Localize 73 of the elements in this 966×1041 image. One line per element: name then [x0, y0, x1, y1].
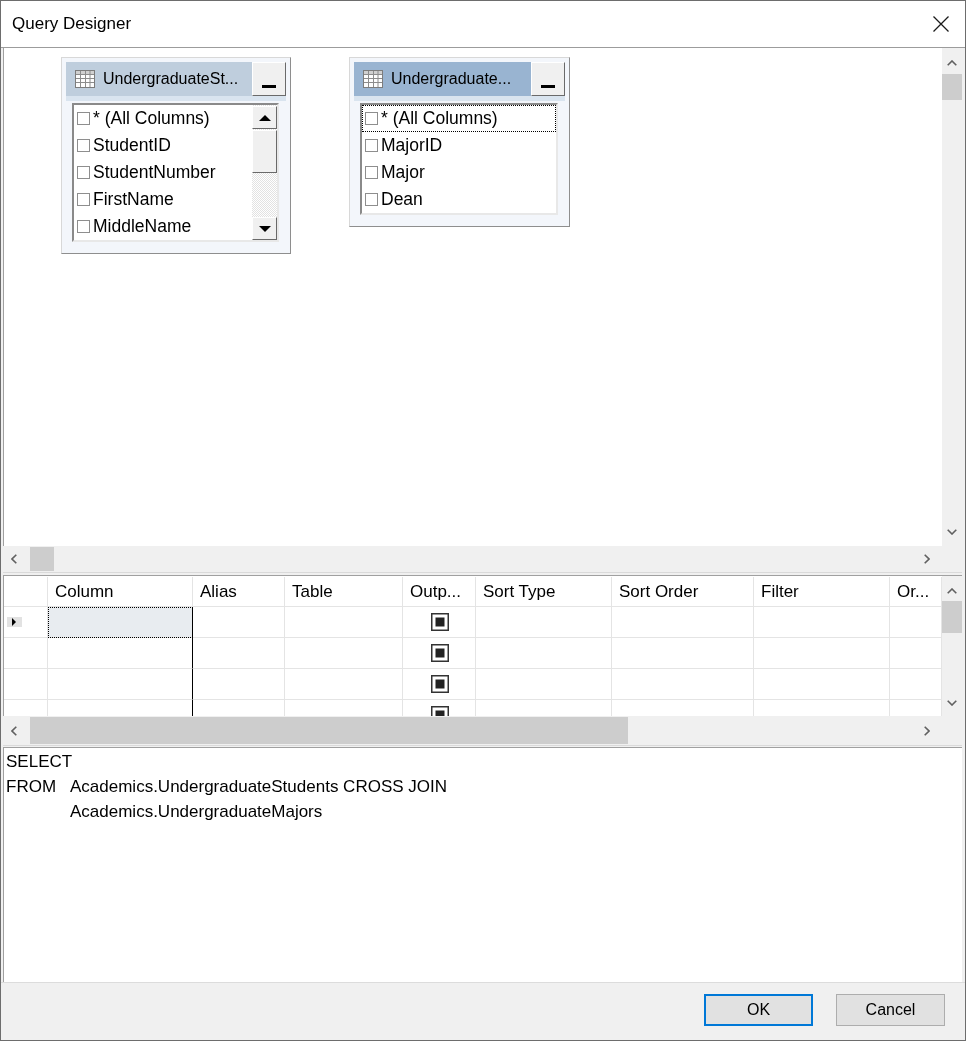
current-row-icon: [7, 616, 22, 627]
checkbox[interactable]: [77, 139, 90, 152]
column-item[interactable]: * (All Columns): [74, 105, 252, 132]
scrollbar-thumb[interactable]: [942, 601, 962, 633]
checkbox[interactable]: [365, 193, 378, 206]
checkbox[interactable]: [365, 166, 378, 179]
sql-text: Academics.UndergraduateMajors: [70, 801, 323, 822]
checkbox[interactable]: [431, 675, 449, 693]
table-title: Undergraduate...: [391, 70, 513, 88]
column-header[interactable]: Table: [285, 577, 403, 607]
column-item[interactable]: * (All Columns): [362, 105, 556, 132]
column-item[interactable]: MiddleName: [74, 213, 252, 240]
checkbox[interactable]: [365, 139, 378, 152]
scroll-left-icon[interactable]: [11, 554, 17, 564]
table-icon: [75, 70, 95, 88]
cancel-button[interactable]: Cancel: [836, 994, 945, 1026]
column-header[interactable]: Sort Order: [612, 577, 754, 607]
scroll-up-button[interactable]: [252, 106, 277, 129]
sql-editor[interactable]: SELECT FROM Academics.UndergraduateStudents CROSS JOIN Academics.UndergraduateMajors: [3, 748, 962, 982]
close-icon: [933, 16, 949, 32]
scrollbar-thumb[interactable]: [30, 717, 628, 744]
scroll-left-icon[interactable]: [11, 725, 17, 736]
row-header[interactable]: [4, 669, 48, 700]
table-title: UndergraduateSt...: [103, 70, 240, 88]
row-header[interactable]: [4, 638, 48, 669]
column-header[interactable]: Sort Type: [476, 577, 612, 607]
column-item[interactable]: StudentNumber: [74, 159, 252, 186]
column-header[interactable]: Outp...: [403, 577, 476, 607]
sql-keyword: SELECT: [6, 751, 73, 772]
checkbox[interactable]: [365, 112, 378, 125]
table-title-bar[interactable]: UndergraduateSt...: [66, 62, 286, 101]
column-item[interactable]: MajorID: [362, 132, 556, 159]
table-window[interactable]: Undergraduate... * (All Columns) MajorID Major Dean: [349, 57, 570, 227]
column-header[interactable]: Alias: [193, 577, 285, 607]
triangle-up-icon: [258, 114, 271, 121]
scroll-down-button[interactable]: [252, 217, 277, 240]
sql-keyword: FROM: [6, 776, 57, 797]
triangle-down-icon: [258, 225, 271, 232]
scrollbar-thumb[interactable]: [30, 547, 54, 571]
scroll-down-icon[interactable]: [947, 529, 957, 535]
scroll-up-icon[interactable]: [947, 60, 957, 66]
grid-cell[interactable]: [48, 669, 193, 700]
minimize-icon: [541, 85, 555, 88]
grid-cell[interactable]: [48, 638, 193, 669]
checkbox[interactable]: [77, 166, 90, 179]
table-title-bar[interactable]: Undergraduate...: [354, 62, 565, 101]
checkbox[interactable]: [77, 220, 90, 233]
column-item[interactable]: Dean: [362, 186, 556, 213]
checkbox[interactable]: [77, 112, 90, 125]
grid-corner-header[interactable]: [4, 577, 48, 607]
scrollbar-thumb[interactable]: [942, 74, 962, 100]
column-item[interactable]: StudentID: [74, 132, 252, 159]
table-icon: [363, 70, 383, 88]
close-button[interactable]: [933, 16, 949, 32]
scrollbar-thumb[interactable]: [252, 130, 277, 173]
checkbox[interactable]: [77, 193, 90, 206]
checkbox[interactable]: [431, 644, 449, 662]
minimize-icon: [262, 85, 276, 88]
ok-button[interactable]: OK: [704, 994, 813, 1026]
scroll-up-icon[interactable]: [947, 588, 957, 594]
column-item[interactable]: Major: [362, 159, 556, 186]
column-item[interactable]: FirstName: [74, 186, 252, 213]
minimize-button[interactable]: [531, 62, 565, 96]
table-window[interactable]: UndergraduateSt... * (All Columns) StudentID StudentNumber FirstName MiddleName: [61, 57, 291, 254]
checkbox[interactable]: [431, 613, 449, 631]
grid-cell[interactable]: [48, 607, 193, 638]
sql-text: Academics.UndergraduateStudents CROSS JOIN: [70, 776, 447, 797]
minimize-button[interactable]: [252, 62, 286, 96]
column-header[interactable]: Filter: [754, 577, 890, 607]
scroll-down-icon[interactable]: [947, 700, 957, 706]
scroll-right-icon[interactable]: [924, 554, 930, 564]
window-title: Query Designer: [12, 14, 132, 34]
scroll-right-icon[interactable]: [924, 725, 930, 736]
